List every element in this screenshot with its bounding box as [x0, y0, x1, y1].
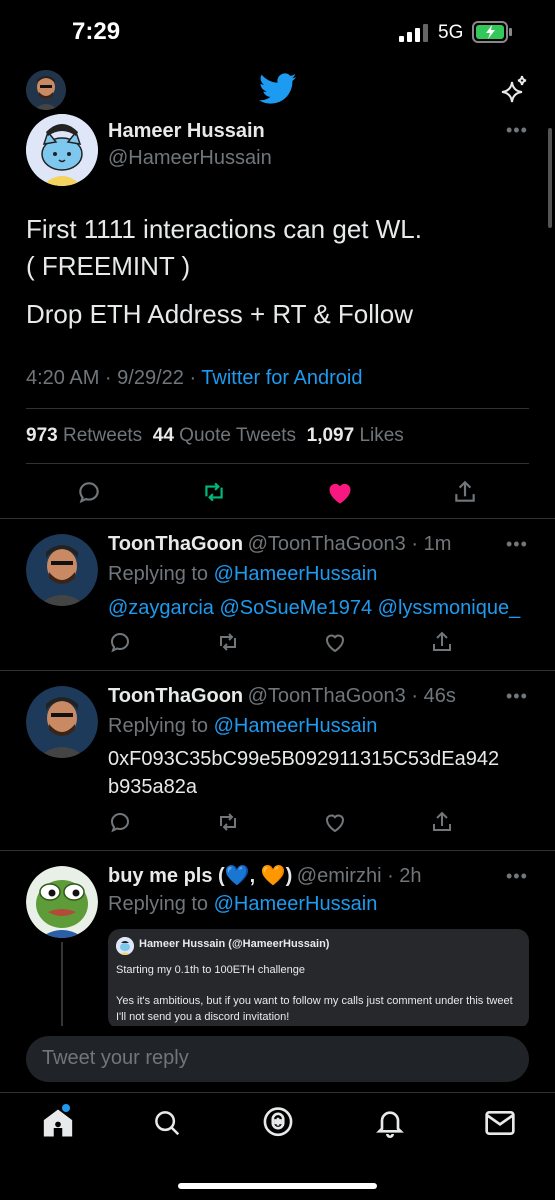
status-time: 7:29	[72, 18, 121, 45]
reply-header: ToonThaGoon @ToonThaGoon3 · 1m	[108, 533, 451, 556]
divider	[26, 408, 529, 409]
thread-line	[61, 942, 63, 1026]
reply-text-line1: 0xF093C35bC99e5B092911315C53dEa942	[108, 748, 500, 770]
reply-input-placeholder: Tweet your reply	[42, 1047, 189, 1069]
likes-label: Likes	[359, 425, 404, 446]
divider	[0, 1092, 555, 1093]
messages-icon[interactable]	[484, 1108, 516, 1138]
share-icon[interactable]	[452, 479, 478, 505]
tweet-text-line3: Drop ETH Address + RT & Follow	[26, 299, 414, 329]
replying-to-handle[interactable]: @HameerHussain	[214, 715, 378, 737]
quotes-count: 44	[152, 425, 174, 446]
reply-input[interactable]: Tweet your reply	[26, 1036, 529, 1082]
like-icon[interactable]	[323, 810, 347, 834]
twitter-bird-icon	[259, 73, 297, 105]
embed-author: Hameer Hussain (@HameerHussain)	[139, 938, 330, 950]
replying-to: Replying to @HameerHussain	[108, 893, 377, 916]
like-icon[interactable]	[323, 630, 347, 654]
replying-to-handle[interactable]: @HameerHussain	[214, 893, 378, 915]
likes-count: 1,097	[306, 425, 355, 446]
reply-handle-time[interactable]: @ToonThaGoon3 · 46s	[248, 685, 456, 707]
reply-author-name[interactable]: ToonThaGoon	[108, 685, 243, 707]
name-prefix: buy me pls (	[108, 865, 225, 887]
retweet-icon[interactable]	[200, 479, 228, 505]
replying-to-handle[interactable]: @HameerHussain	[214, 563, 378, 585]
divider	[0, 850, 555, 851]
battery-icon	[472, 21, 514, 43]
profile-avatar[interactable]	[26, 70, 66, 110]
spaces-icon[interactable]	[262, 1106, 294, 1140]
embed-avatar	[116, 937, 134, 955]
retweet-icon[interactable]	[216, 630, 240, 654]
reply-author-name[interactable]: buy me pls (💙, 🧡)	[108, 865, 292, 887]
tweet-meta: 4:20 AM · 9/29/22 · Twitter for Android	[26, 367, 362, 390]
reply-icon[interactable]	[108, 630, 132, 654]
replying-to-prefix: Replying to	[108, 715, 214, 737]
retweets-count: 973	[26, 425, 58, 446]
more-options-icon[interactable]: •••	[506, 120, 528, 141]
search-icon[interactable]	[152, 1108, 182, 1138]
retweets-label: Retweets	[62, 425, 143, 446]
sparkle-icon[interactable]	[498, 74, 530, 106]
reply-header: buy me pls (💙, 🧡) @emirzhi · 2h	[108, 863, 422, 888]
tweet-source-link[interactable]: Twitter for Android	[201, 367, 362, 389]
tweet-timestamp: 4:20 AM · 9/29/22 ·	[26, 367, 202, 389]
reply-icon[interactable]	[108, 810, 132, 834]
blue-heart-emoji: 💙	[224, 865, 250, 887]
reply-handle-time[interactable]: @emirzhi · 2h	[297, 865, 422, 887]
reply-header: ToonThaGoon @ToonThaGoon3 · 46s	[108, 685, 456, 708]
author-avatar[interactable]	[26, 114, 98, 186]
more-options-icon[interactable]: •••	[506, 686, 528, 707]
replying-to: Replying to @HameerHussain	[108, 563, 377, 586]
replying-to: Replying to @HameerHussain	[108, 715, 377, 738]
share-icon[interactable]	[430, 630, 454, 654]
quotes-stat[interactable]: 44 Quote Tweets	[153, 425, 296, 446]
quotes-label: Quote Tweets	[179, 425, 297, 446]
replying-to-prefix: Replying to	[108, 563, 214, 585]
reply-text[interactable]: @zaygarcia @SoSueMe1974 @lyssmonique_	[108, 597, 520, 620]
likes-stat[interactable]: 1,097 Likes	[307, 425, 404, 446]
network-label: 5G	[438, 22, 464, 43]
divider	[0, 670, 555, 671]
home-indicator[interactable]	[178, 1183, 377, 1189]
tweet-stats: 973 Retweets 44 Quote Tweets 1,097 Likes	[26, 425, 404, 447]
reply-avatar[interactable]	[26, 866, 98, 938]
tweet-text-line2: ( FREEMINT )	[26, 251, 191, 281]
reply-text-line2: b935a82a	[108, 776, 197, 798]
divider	[26, 463, 529, 464]
notification-dot	[62, 1104, 70, 1112]
share-icon[interactable]	[430, 810, 454, 834]
name-suffix: )	[285, 865, 293, 887]
retweet-icon[interactable]	[216, 810, 240, 834]
divider	[0, 518, 555, 519]
signal-icon	[399, 24, 429, 42]
home-icon[interactable]	[41, 1106, 75, 1140]
like-icon-filled[interactable]	[326, 479, 354, 505]
embed-line2: Yes it's ambitious, but if you want to f…	[116, 995, 513, 1007]
embedded-image[interactable]: Hameer Hussain (@HameerHussain) Starting…	[108, 929, 529, 1029]
retweets-stat[interactable]: 973 Retweets	[26, 425, 142, 446]
reply-avatar[interactable]	[26, 534, 98, 606]
reply-avatar[interactable]	[26, 686, 98, 758]
reply-handle-time[interactable]: @ToonThaGoon3 · 1m	[248, 533, 452, 555]
scrollbar[interactable]	[548, 128, 552, 228]
embed-line1: Starting my 0.1th to 100ETH challenge	[116, 964, 305, 976]
author-name[interactable]: Hameer Hussain	[108, 120, 265, 143]
more-options-icon[interactable]: •••	[506, 866, 528, 887]
name-separator: ,	[249, 865, 256, 887]
reply-icon[interactable]	[76, 479, 102, 505]
tweet-text-line1: First 1111 interactions can get WL.	[26, 214, 422, 244]
more-options-icon[interactable]: •••	[506, 534, 528, 555]
orange-heart-emoji: 🧡	[260, 865, 286, 887]
replying-to-prefix: Replying to	[108, 893, 214, 915]
embed-line3: I'll not send you a discord invitation!	[116, 1011, 290, 1023]
reply-author-name[interactable]: ToonThaGoon	[108, 533, 243, 555]
author-handle[interactable]: @HameerHussain	[108, 147, 272, 170]
notifications-icon[interactable]	[374, 1106, 406, 1138]
